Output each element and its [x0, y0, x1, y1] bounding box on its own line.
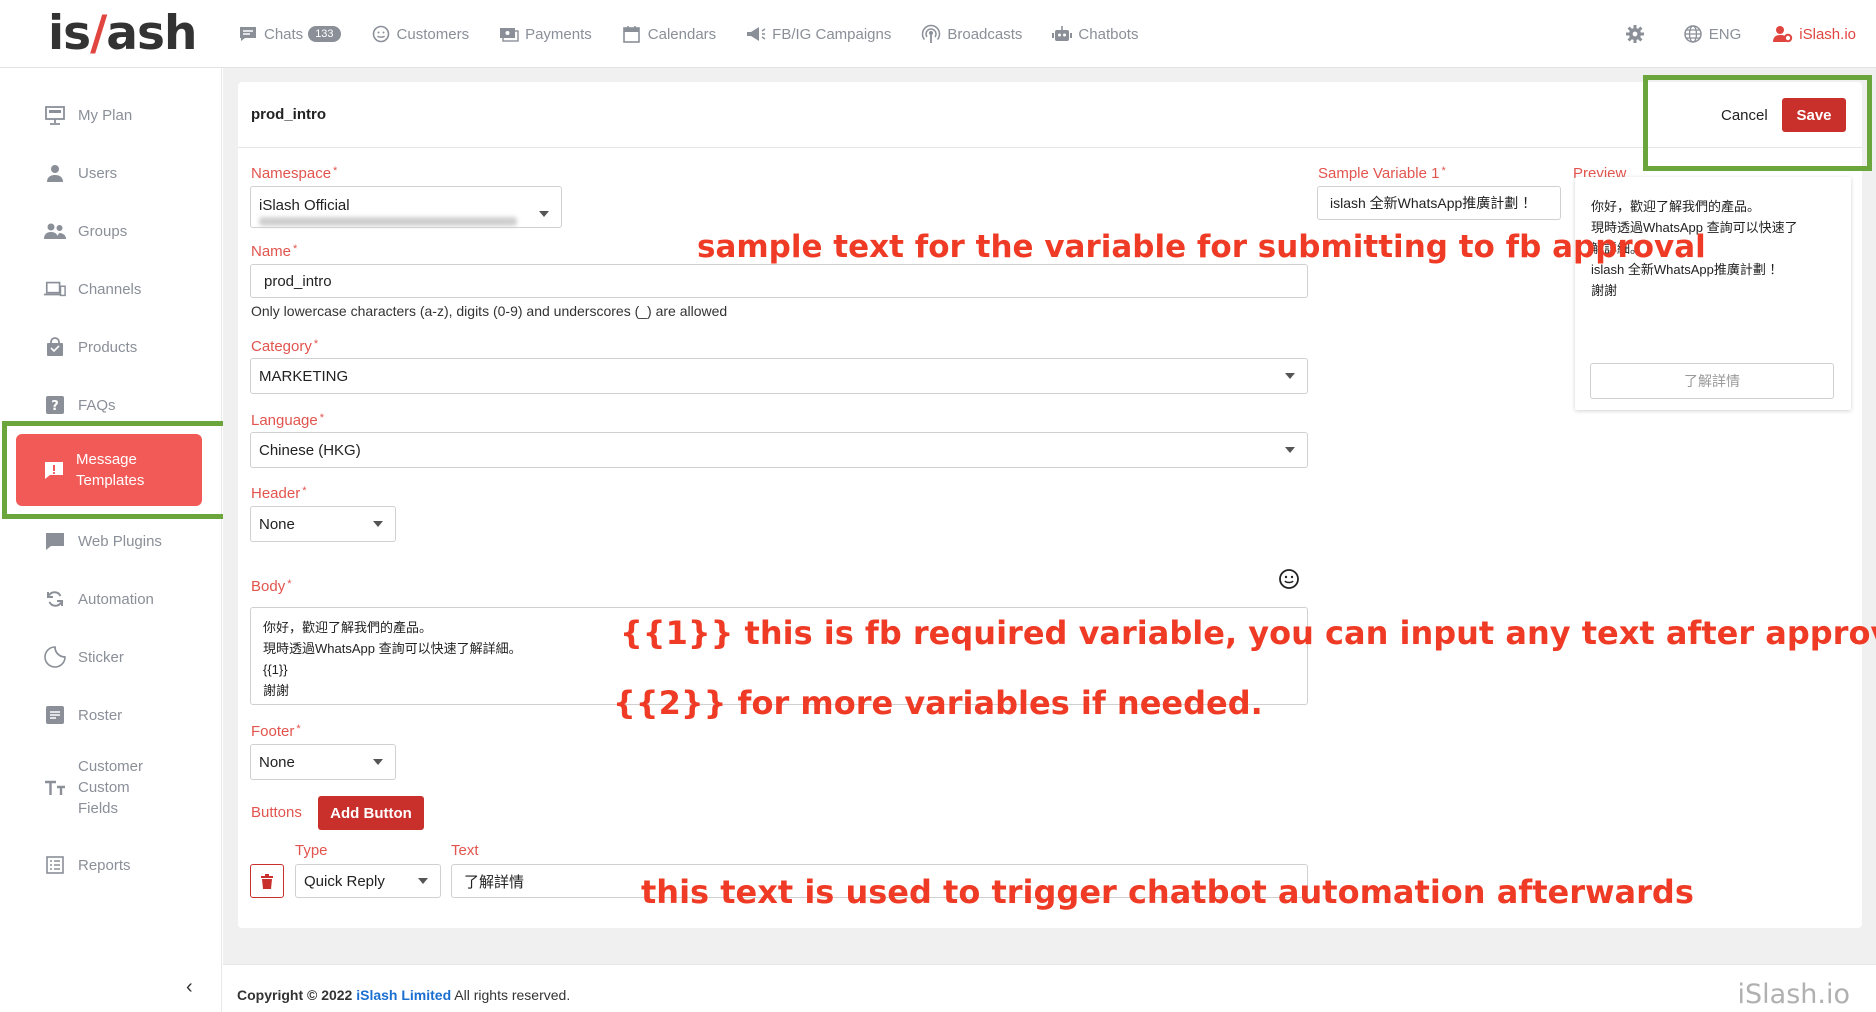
sidebar-item-automation[interactable]: Automation	[44, 588, 154, 610]
preview-panel: 你好，歡迎了解我們的產品。 現時透過WhatsApp 查詢可以快速了 解詳細。 …	[1575, 177, 1851, 410]
chevron-down-icon	[539, 211, 549, 217]
footer-select[interactable]: None	[250, 744, 396, 780]
sample-variable-input[interactable]: islash 全新WhatsApp推廣計劃 ！	[1317, 186, 1561, 220]
megaphone-icon	[746, 24, 766, 44]
nav-chatbots[interactable]: Chatbots	[1052, 24, 1138, 44]
sidebar: My Plan Users Groups Channels Products ?…	[0, 68, 222, 1012]
preview-quick-reply-button: 了解詳情	[1590, 363, 1834, 399]
button-type-select[interactable]: Quick Reply	[295, 864, 441, 898]
sample-variable-label: Sample Variable 1 *	[1318, 165, 1446, 182]
add-button[interactable]: Add Button	[318, 796, 424, 830]
smiley-icon	[1279, 569, 1299, 589]
globe-icon	[1683, 24, 1703, 44]
nav-chats[interactable]: Chats 133	[238, 24, 341, 44]
namespace-label: Namespace *	[251, 165, 338, 182]
highlight-box-actions	[1643, 75, 1872, 171]
text-size-icon	[44, 777, 66, 799]
button-type-label: Type	[295, 842, 328, 859]
question-icon: ?	[44, 394, 66, 416]
namespace-select[interactable]: iSlash Official	[250, 186, 562, 228]
user-icon	[44, 162, 66, 184]
roster-icon	[44, 704, 66, 726]
top-navbar: is/ash Chats 133 Customers Payments Cale…	[0, 0, 1876, 68]
highlight-box-sidebar	[2, 421, 232, 519]
sidebar-collapse-chevron-icon[interactable]: ‹	[186, 976, 193, 999]
template-form-card: prod_intro Cancel Save Namespace * iSlash…	[238, 82, 1862, 928]
category-select[interactable]: MARKETING	[250, 358, 1308, 394]
islash-logo[interactable]: is/ash	[48, 6, 197, 61]
language-selector[interactable]: ENG	[1683, 24, 1741, 44]
monitor-icon	[44, 104, 66, 126]
sidebar-item-sticker[interactable]: Sticker	[44, 646, 124, 668]
delete-button[interactable]	[250, 864, 284, 898]
user-gear-icon	[1773, 25, 1793, 43]
sidebar-item-reports[interactable]: Reports	[44, 854, 131, 876]
report-list-icon	[44, 854, 66, 876]
sidebar-item-web-plugins[interactable]: Web Plugins	[44, 530, 162, 552]
copyright-text: Copyright © 2022 iSlash Limited All righ…	[237, 987, 571, 1003]
chevron-down-icon	[418, 878, 428, 884]
category-label: Category *	[251, 338, 319, 355]
card-header: prod_intro Cancel Save	[238, 82, 1862, 148]
nav-calendars[interactable]: Calendars	[622, 24, 716, 44]
annotation-sample-text: sample text for the variable for submitt…	[697, 229, 1706, 265]
chat-bubble-icon	[238, 24, 258, 44]
sidebar-item-customer-custom-fields[interactable]: Customer Custom Fields	[44, 756, 143, 819]
settings-button[interactable]	[1625, 24, 1651, 44]
body-label: Body *	[251, 578, 292, 595]
chevron-down-icon	[1285, 447, 1295, 453]
account-menu[interactable]: iSlash.io	[1773, 25, 1856, 43]
nav-customers[interactable]: Customers	[371, 24, 469, 44]
devices-icon	[44, 278, 66, 300]
name-input[interactable]: prod_intro	[250, 264, 1308, 298]
calendar-icon	[622, 24, 642, 44]
robot-icon	[1052, 24, 1073, 44]
button-text-label: Text	[451, 842, 479, 859]
cash-icon	[499, 24, 519, 44]
sticker-icon	[44, 646, 66, 668]
message-square-icon	[44, 530, 66, 552]
name-hint: Only lowercase characters (a-z), digits …	[251, 303, 728, 319]
chevron-down-icon	[1285, 373, 1295, 379]
sidebar-item-roster[interactable]: Roster	[44, 704, 122, 726]
nav-fbig-campaigns[interactable]: FB/IG Campaigns	[746, 24, 891, 44]
namespace-id-blurred	[259, 217, 517, 226]
footer-logo: iSlash.io	[1737, 979, 1850, 1010]
chats-count-badge: 133	[308, 26, 341, 42]
nav-payments[interactable]: Payments	[499, 24, 592, 44]
header-select[interactable]: None	[250, 506, 396, 542]
language-label: Language *	[251, 412, 325, 429]
annotation-variable-1: {{1}} this is fb required variable, you …	[620, 614, 1876, 652]
gear-icon	[1625, 24, 1645, 44]
sidebar-item-channels[interactable]: Channels	[44, 278, 141, 300]
header-label: Header *	[251, 485, 307, 502]
shopping-bag-icon	[44, 336, 66, 358]
sidebar-item-faqs[interactable]: ? FAQs	[44, 394, 116, 416]
brand-link[interactable]: iSlash Limited	[356, 987, 451, 1003]
template-title: prod_intro	[251, 106, 326, 123]
annotation-variable-2: {{2}} for more variables if needed.	[613, 684, 1263, 722]
users-group-icon	[44, 220, 66, 242]
broadcast-icon	[921, 24, 941, 44]
page-footer: Copyright © 2022 iSlash Limited All righ…	[223, 964, 1876, 1012]
refresh-icon	[44, 588, 66, 610]
language-select[interactable]: Chinese (HKG)	[250, 432, 1308, 468]
buttons-label: Buttons	[251, 804, 302, 821]
name-label: Name *	[251, 243, 298, 260]
emoji-picker-button[interactable]	[1278, 568, 1300, 595]
chevron-down-icon	[373, 521, 383, 527]
chevron-down-icon	[373, 759, 383, 765]
annotation-trigger-text: this text is used to trigger chatbot aut…	[641, 873, 1694, 911]
sidebar-item-groups[interactable]: Groups	[44, 220, 127, 242]
footer-label: Footer *	[251, 723, 301, 740]
nav-right: ENG iSlash.io	[1593, 0, 1856, 68]
main-nav: Chats 133 Customers Payments Calendars F…	[238, 0, 1168, 68]
smiley-icon	[371, 24, 391, 44]
sidebar-item-my-plan[interactable]: My Plan	[44, 104, 132, 126]
nav-broadcasts[interactable]: Broadcasts	[921, 24, 1022, 44]
sidebar-item-users[interactable]: Users	[44, 162, 117, 184]
trash-icon	[261, 873, 273, 889]
sidebar-item-products[interactable]: Products	[44, 336, 137, 358]
svg-text:?: ?	[51, 399, 59, 414]
